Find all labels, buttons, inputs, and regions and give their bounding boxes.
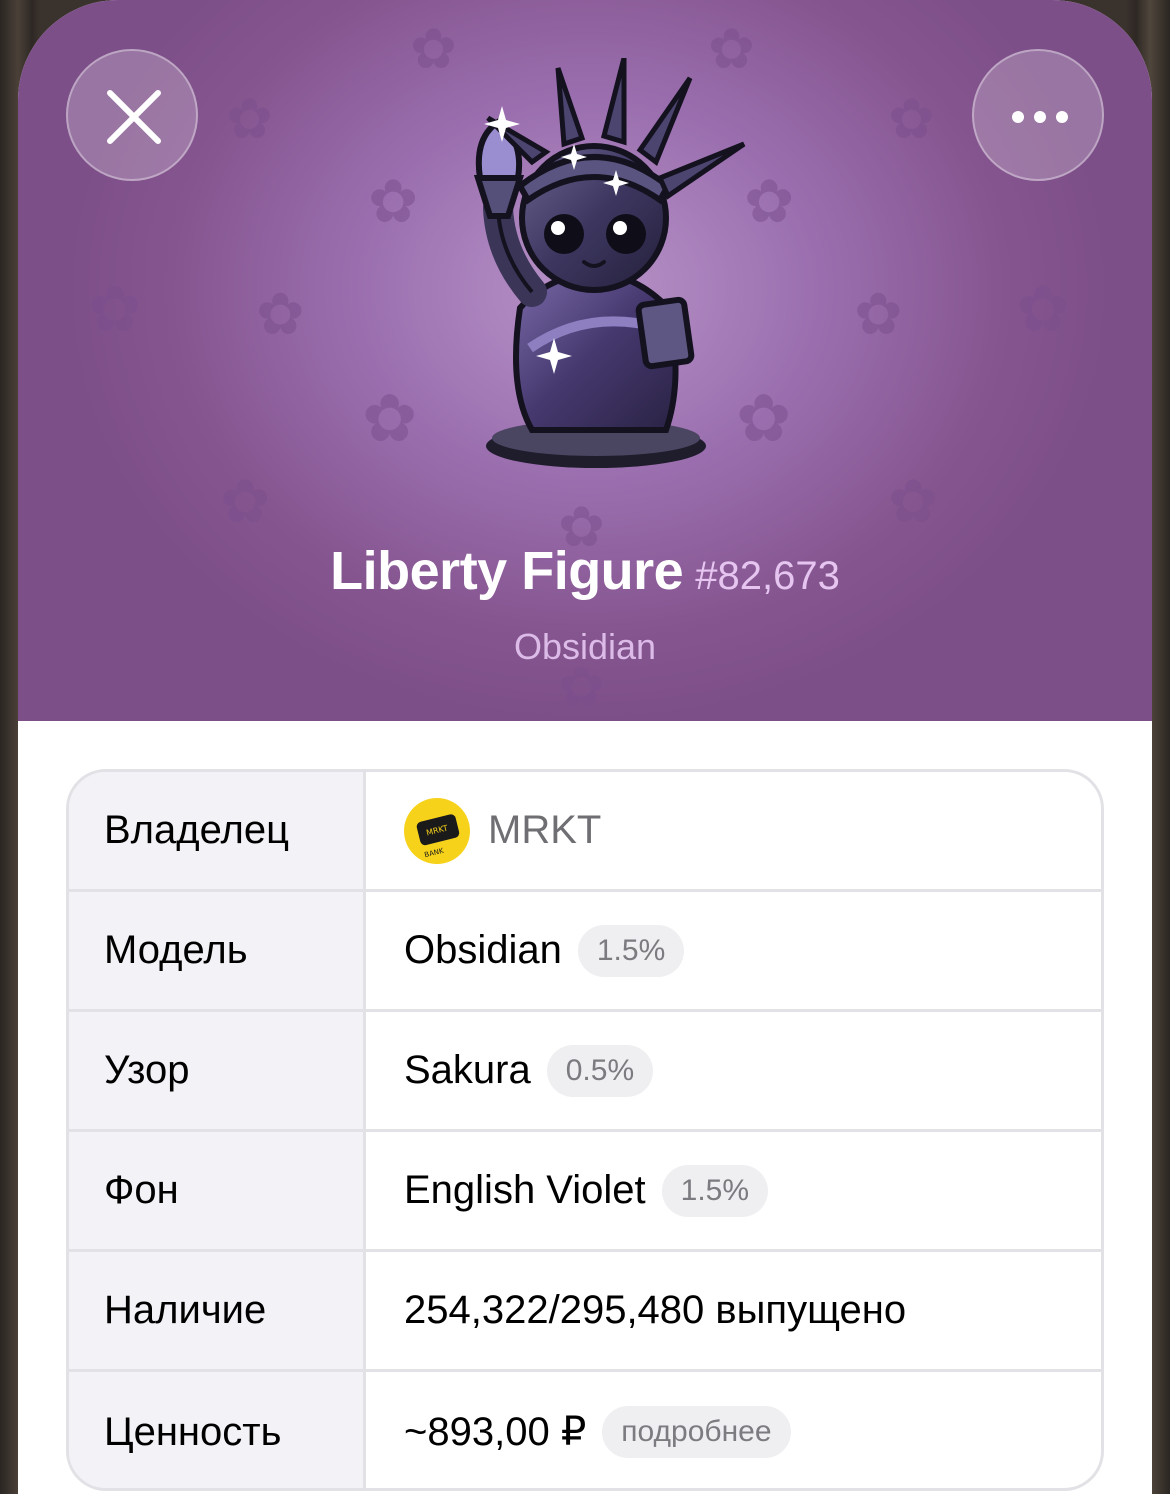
sakura-flower-icon: ✿ [888, 467, 939, 537]
model-value: Obsidian [404, 928, 562, 972]
pattern-rarity-badge[interactable]: 0.5% [546, 1044, 654, 1097]
value-label: Ценность [69, 1372, 366, 1488]
sakura-flower-icon: ✿ [854, 280, 903, 348]
sakura-flower-icon: ✿ [220, 467, 271, 537]
owner-name-link[interactable]: MRKT [488, 808, 601, 853]
availability-value: 254,322/295,480 выпущено [404, 1288, 907, 1332]
owner-label: Владелец [69, 772, 366, 889]
value-value-cell: ~893,00 ₽ подробнее [369, 1372, 1101, 1488]
sakura-flower-icon: ✿ [558, 655, 605, 720]
model-label: Модель [69, 892, 366, 1009]
gift-sheet: ✿ ✿ ✿ ✿ ✿ ✿ ✿ ✿ ✿ ✿ ✿ ✿ ✿ ✿ ✿ ✿ Liberty … [18, 0, 1152, 1494]
more-button[interactable] [972, 49, 1104, 181]
sakura-flower-icon: ✿ [1016, 273, 1070, 347]
model-rarity-badge[interactable]: 1.5% [577, 924, 685, 977]
sakura-flower-icon: ✿ [226, 87, 273, 152]
model-value-cell: Obsidian 1.5% [369, 892, 1101, 1009]
sakura-flower-icon: ✿ [888, 87, 935, 152]
availability-label: Наличие [69, 1252, 366, 1369]
pattern-label: Узор [69, 1012, 366, 1129]
gift-title-row: Liberty Figure #82,673 [18, 540, 1152, 602]
liberty-figure-image [473, 58, 746, 468]
backdrop-value-cell: English Violet 1.5% [369, 1132, 1101, 1249]
backdrop-label: Фон [69, 1132, 366, 1249]
value-details-button[interactable]: подробнее [602, 1406, 791, 1458]
owner-row: Владелец MRKT BANK MRKT [69, 772, 1101, 892]
close-button[interactable] [66, 49, 198, 181]
backdrop-value: English Violet [404, 1168, 646, 1212]
sakura-flower-icon: ✿ [256, 280, 305, 348]
sakura-flower-icon: ✿ [88, 273, 142, 347]
value-row: Ценность ~893,00 ₽ подробнее [69, 1372, 1101, 1488]
model-row: Модель Obsidian 1.5% [69, 892, 1101, 1012]
availability-row: Наличие 254,322/295,480 выпущено [69, 1252, 1101, 1372]
svg-text:BANK: BANK [424, 846, 445, 859]
close-icon [107, 90, 161, 144]
sakura-flower-icon: ✿ [362, 380, 418, 457]
sakura-flower-icon: ✿ [368, 167, 419, 237]
pattern-row: Узор Sakura 0.5% [69, 1012, 1101, 1132]
mrkt-bank-logo-icon: MRKT BANK [404, 797, 470, 864]
gift-number: #82,673 [695, 554, 840, 598]
more-dots-icon [1012, 111, 1068, 123]
value-amount: ~893,00 ₽ [404, 1410, 587, 1454]
backdrop-rarity-badge[interactable]: 1.5% [661, 1164, 769, 1217]
owner-value[interactable]: MRKT BANK MRKT [369, 772, 1101, 889]
pattern-value: Sakura [404, 1048, 531, 1092]
gift-details-table: Владелец MRKT BANK MRKT Модель Obsidian … [66, 769, 1104, 1491]
backdrop-row: Фон English Violet 1.5% [69, 1132, 1101, 1252]
gift-model-subtitle: Obsidian [513, 626, 657, 667]
pattern-value-cell: Sakura 0.5% [369, 1012, 1101, 1129]
gift-header: ✿ ✿ ✿ ✿ ✿ ✿ ✿ ✿ ✿ ✿ ✿ ✿ ✿ ✿ ✿ ✿ Liberty … [18, 0, 1152, 721]
gift-name: Liberty Figure [330, 541, 684, 601]
